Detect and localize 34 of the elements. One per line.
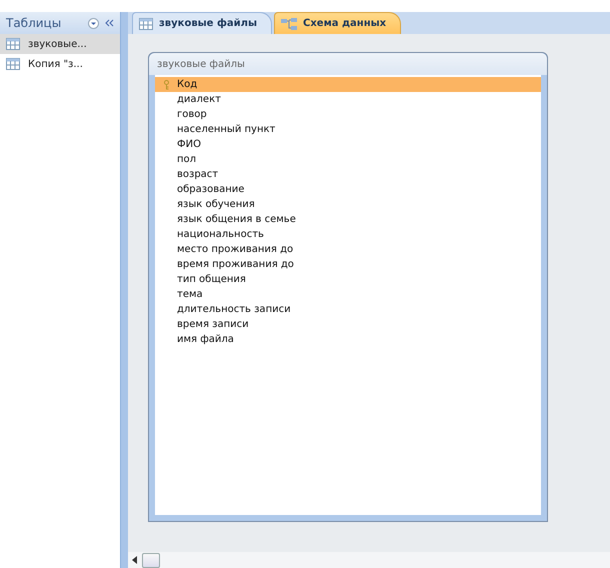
field-item[interactable]: возраст [155, 167, 541, 182]
table-icon [139, 18, 153, 30]
table-title: звуковые файлы [149, 53, 547, 75]
field-item[interactable]: язык общения в семье [155, 212, 541, 227]
nav-item[interactable]: Копия "з... [0, 54, 120, 74]
field-item[interactable]: образование [155, 182, 541, 197]
field-item[interactable]: говор [155, 107, 541, 122]
field-item[interactable]: пол [155, 152, 541, 167]
nav-item[interactable]: звуковые... [0, 34, 120, 54]
field-item[interactable]: тип общения [155, 272, 541, 287]
relationship-diagram-icon [281, 18, 297, 30]
field-item[interactable]: диалект [155, 92, 541, 107]
collapse-icon[interactable] [105, 19, 114, 27]
scroll-left-icon[interactable] [132, 556, 138, 564]
field-item[interactable]: имя файла [155, 332, 541, 347]
field-item[interactable]: язык обучения [155, 197, 541, 212]
field-item[interactable]: время записи [155, 317, 541, 332]
field-item[interactable]: место проживания до [155, 242, 541, 257]
field-item[interactable]: тема [155, 287, 541, 302]
table-icon [6, 58, 20, 70]
table-icon [6, 38, 20, 50]
scrollbar-thumb[interactable] [142, 552, 160, 568]
field-item[interactable]: населенный пункт [155, 122, 541, 137]
field-item[interactable]: время проживания до [155, 257, 541, 272]
document-tab[interactable]: звуковые файлы [132, 12, 272, 34]
document-tab[interactable]: Схема данных [274, 12, 402, 34]
nav-pane-title: Таблицы [6, 16, 62, 30]
key-icon [163, 80, 170, 90]
field-item[interactable]: национальность [155, 227, 541, 242]
table-window[interactable] [148, 52, 548, 522]
field-item[interactable]: Код [155, 77, 541, 92]
dropdown-icon[interactable] [88, 18, 99, 28]
field-item[interactable]: ФИО [155, 137, 541, 152]
field-item[interactable]: длительность записи [155, 302, 541, 317]
